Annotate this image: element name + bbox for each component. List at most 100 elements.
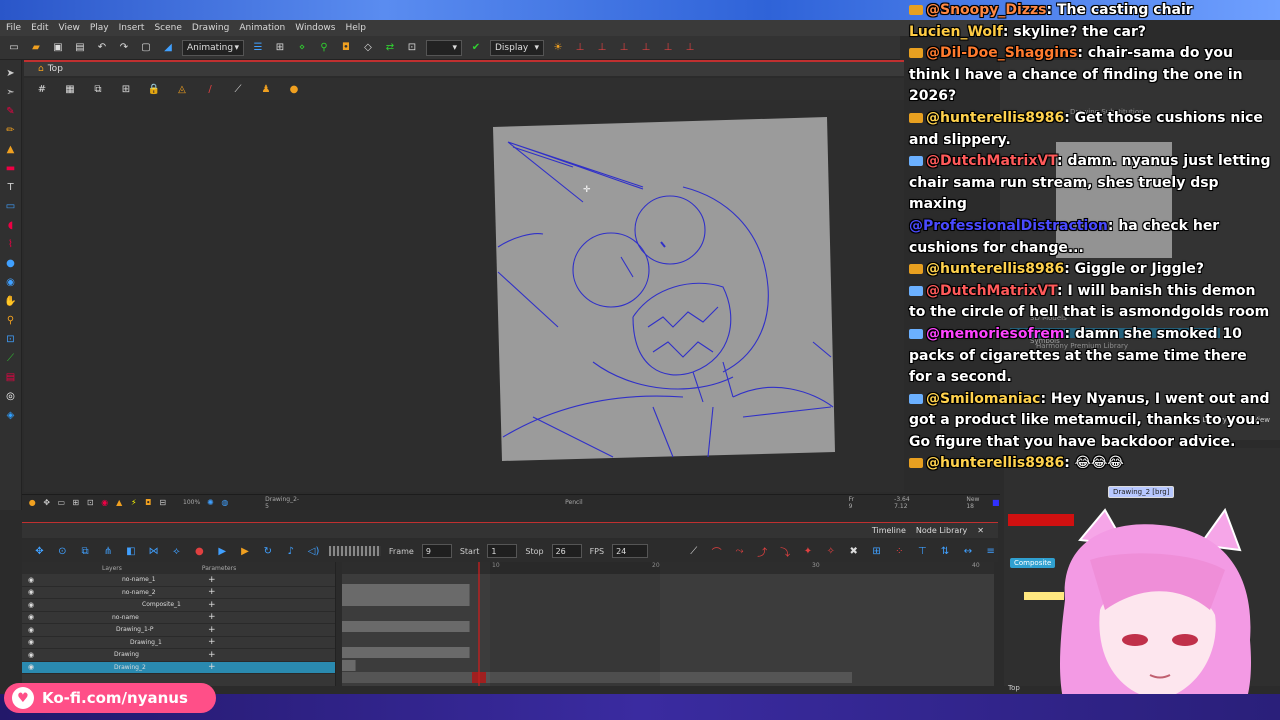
expand-icon[interactable]: ↔ <box>960 543 975 559</box>
peg-red-4-icon[interactable]: ⊥ <box>638 40 654 56</box>
keyframe-add-icon[interactable]: ✦ <box>801 543 816 559</box>
eye-icon[interactable]: ◉ <box>28 601 34 609</box>
line-tool-icon[interactable]: ⟋ <box>686 543 701 559</box>
curve-4-icon[interactable]: ⤵ <box>778 543 793 559</box>
marker-icon[interactable]: ⁘ <box>892 543 907 559</box>
bolt-status-icon[interactable]: ⚡ <box>130 498 139 508</box>
layers-icon[interactable]: ◈ <box>4 408 18 422</box>
menu-view[interactable]: View <box>59 23 80 33</box>
empty-select[interactable]: ▾ <box>426 39 462 56</box>
lock-icon[interactable]: ⊡ <box>404 40 420 56</box>
display-select[interactable]: Display ▾ <box>490 39 544 56</box>
delete-frame-icon[interactable]: ✖ <box>846 543 861 559</box>
zoom-status-icon[interactable]: ⊟ <box>159 498 168 508</box>
save-all-icon[interactable]: ▤ <box>72 40 88 56</box>
add-parameter-icon[interactable]: + <box>208 612 216 622</box>
menu-help[interactable]: Help <box>345 23 366 33</box>
add-composite-icon[interactable]: ⟡ <box>169 543 184 559</box>
drawing-node[interactable]: Drawing_2 [brg] <box>1108 486 1175 498</box>
layer-row[interactable]: ◉ no-name_1 + <box>22 574 335 587</box>
add-parameter-icon[interactable]: + <box>208 637 216 647</box>
menu-windows[interactable]: Windows <box>295 23 335 33</box>
peg-red-2-icon[interactable]: ⊥ <box>594 40 610 56</box>
tab-node-library[interactable]: Node Library <box>916 526 967 535</box>
zoom-icon[interactable]: ⚲ <box>4 313 18 327</box>
drawing-canvas[interactable]: ✛ <box>493 117 835 461</box>
open-folder-icon[interactable]: ▰ <box>28 40 44 56</box>
undo-icon[interactable]: ↶ <box>94 40 110 56</box>
add-effect-icon[interactable]: ⋈ <box>146 543 161 559</box>
menu-insert[interactable]: Insert <box>119 23 145 33</box>
peg-red-1-icon[interactable]: ⊥ <box>572 40 588 56</box>
shape-icon[interactable]: ▭ <box>4 199 18 213</box>
peg-icon[interactable]: ⚲ <box>316 40 332 56</box>
new-file-icon[interactable]: ▭ <box>6 40 22 56</box>
loop-icon[interactable]: ↻ <box>260 543 275 559</box>
menu-icon[interactable]: ≡ <box>983 543 998 559</box>
fill-icon[interactable]: ◖ <box>4 218 18 232</box>
camera-view-tab[interactable]: ⌂ Top <box>24 60 904 76</box>
bulb-status-icon[interactable]: ● <box>28 498 37 508</box>
line-icon[interactable]: ⟋ <box>230 81 246 97</box>
layer-row[interactable]: ◉ Drawing + <box>22 649 335 662</box>
menu-play[interactable]: Play <box>90 23 109 33</box>
palette-status-icon[interactable]: ◘ <box>144 498 153 508</box>
motion-icon[interactable]: ⇄ <box>382 40 398 56</box>
layer-row[interactable]: ◉ Drawing_1-P + <box>22 624 335 637</box>
stamp-icon[interactable]: ▤ <box>4 370 18 384</box>
menu-file[interactable]: File <box>6 23 21 33</box>
eye-icon[interactable]: ◉ <box>28 651 34 659</box>
clipboard-icon[interactable]: ▢ <box>138 40 154 56</box>
paint-icon[interactable]: ▲ <box>4 142 18 156</box>
layer-row[interactable]: ◉ Composite_1 + <box>22 599 335 612</box>
playhead[interactable] <box>478 562 480 686</box>
curve-1-icon[interactable]: ⌒ <box>709 543 724 559</box>
exposure-block[interactable] <box>342 621 470 632</box>
grid-status-icon[interactable]: ⊞ <box>72 498 81 508</box>
layer-row[interactable]: ◉ Drawing_1 + <box>22 637 335 649</box>
save-icon[interactable]: ▣ <box>50 40 66 56</box>
add-parameter-icon[interactable]: + <box>208 662 216 672</box>
add-parameter-icon[interactable]: + <box>208 600 216 610</box>
pencil-icon[interactable]: ✏ <box>4 123 18 137</box>
eye-icon[interactable]: ◉ <box>28 576 34 584</box>
cutter-icon[interactable]: ● <box>4 256 18 270</box>
kofi-banner[interactable]: ♥ Ko-fi.com/nyanus <box>4 683 216 713</box>
transform-tool-icon[interactable]: ⊡ <box>4 332 18 346</box>
check-icon[interactable]: ✔ <box>468 40 484 56</box>
redo-icon[interactable]: ↷ <box>116 40 132 56</box>
transform-icon[interactable]: ⊞ <box>272 40 288 56</box>
stop-field[interactable]: 26 <box>551 544 582 558</box>
menu-drawing[interactable]: Drawing <box>192 23 229 33</box>
add-cam-icon[interactable]: ◧ <box>123 543 138 559</box>
add-group-icon[interactable]: ⋔ <box>101 543 116 559</box>
camera-icon[interactable]: ◘ <box>338 40 354 56</box>
menu-edit[interactable]: Edit <box>31 23 48 33</box>
brush-icon[interactable]: ✎ <box>4 104 18 118</box>
record-icon[interactable]: ● <box>192 543 207 559</box>
fps-field[interactable]: 24 <box>612 544 649 558</box>
film-status-icon[interactable]: ▭ <box>57 498 66 508</box>
safe-area-icon[interactable]: ⊡ <box>86 498 95 508</box>
pencil-view-icon[interactable]: / <box>202 81 218 97</box>
layer-row[interactable]: ◉ Drawing_2 + <box>22 661 335 674</box>
eye-icon[interactable]: ◉ <box>28 588 34 596</box>
rigging-icon[interactable]: ⟋ <box>4 351 18 365</box>
dropper-icon[interactable]: ⌇ <box>4 237 18 251</box>
eye-icon[interactable]: ◉ <box>28 613 34 621</box>
bulb-view-icon[interactable]: ● <box>286 81 302 97</box>
hand-icon[interactable]: ✋ <box>4 294 18 308</box>
frames-grid[interactable]: 10 20 30 40 <box>342 562 994 686</box>
onion-status-icon[interactable]: ◉ <box>101 498 110 508</box>
stretch-icon[interactable]: ⇅ <box>938 543 953 559</box>
extend-icon[interactable]: ⊞ <box>869 543 884 559</box>
lock-status-icon[interactable]: ▲ <box>115 498 124 508</box>
exposure-block[interactable] <box>342 647 470 658</box>
add-peg-icon[interactable]: ⊙ <box>55 543 70 559</box>
peg-red-3-icon[interactable]: ⊥ <box>616 40 632 56</box>
layer-row[interactable]: ◉ no-name_2 + <box>22 587 335 599</box>
peg-red-6-icon[interactable]: ⊥ <box>682 40 698 56</box>
exposure-block[interactable] <box>342 660 356 671</box>
sound-scrub-icon[interactable]: ◁) <box>306 543 321 559</box>
onion-skin-icon[interactable]: ⋄ <box>294 40 310 56</box>
